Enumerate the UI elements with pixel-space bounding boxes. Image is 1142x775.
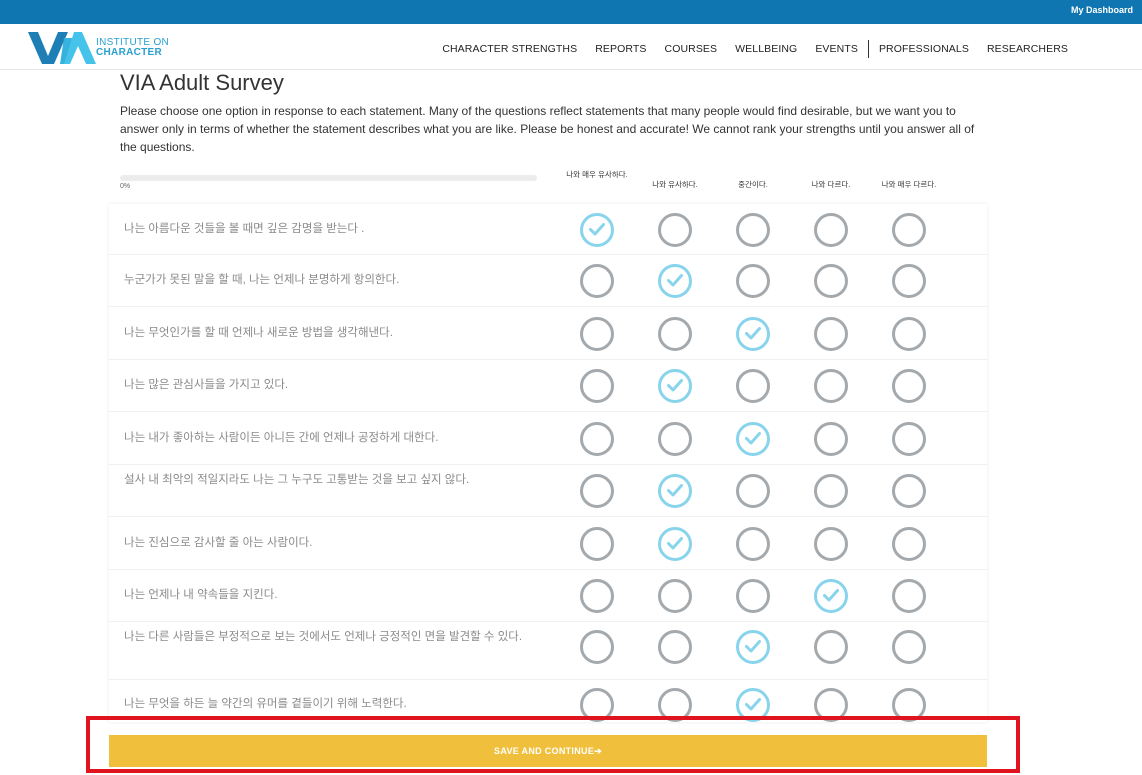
radio-very-much-like-me[interactable] — [580, 526, 614, 561]
radio-very-much-unlike-me[interactable] — [892, 526, 926, 561]
nav-item-courses[interactable]: COURSES — [665, 43, 718, 55]
via-logo-icon — [28, 32, 96, 64]
radio-very-much-like-me[interactable] — [580, 579, 614, 613]
nav-menu: CHARACTER STRENGTHS REPORTS COURSES WELL… — [424, 40, 1068, 58]
question-text: 누군가가 못된 말을 할 때, 나는 언제나 분명하게 항의한다. — [124, 274, 400, 286]
nav-item-character-strengths[interactable]: CHARACTER STRENGTHS — [442, 43, 577, 55]
my-dashboard-link[interactable]: My Dashboard — [1071, 5, 1133, 15]
logo-line-2: CHARACTER — [96, 47, 163, 58]
question-text: 나는 아름다운 것들을 볼 때면 깊은 감명을 받는다 . — [124, 222, 365, 235]
radio-unlike-me[interactable] — [814, 421, 848, 456]
nav-item-wellbeing[interactable]: WELLBEING — [735, 43, 797, 55]
save-and-continue-button[interactable]: SAVE AND CONTINUE➔ — [109, 735, 987, 767]
question-text: 나는 내가 좋아하는 사람이든 아니든 간에 언제나 공정하게 대한다. — [124, 431, 439, 444]
radio-unlike-me[interactable] — [814, 630, 848, 664]
radio-neutral[interactable] — [736, 421, 770, 456]
radio-like-me[interactable] — [658, 630, 692, 664]
radio-like-me[interactable] — [658, 369, 692, 403]
radio-very-much-like-me[interactable] — [580, 316, 614, 351]
radio-very-much-unlike-me[interactable] — [892, 474, 926, 508]
question-text: 나는 무엇인가를 할 때 언제나 새로운 방법을 생각해낸다. — [124, 326, 393, 339]
question-list: 나는 아름다운 것들을 볼 때면 깊은 감명을 받는다 . 누군가가 못된 말을 … — [109, 204, 987, 722]
nav-item-professionals[interactable]: PROFESSIONALS — [879, 43, 969, 55]
progress-bar — [120, 175, 537, 181]
question-row: 나는 언제나 내 약속들을 지킨다. — [109, 570, 987, 622]
column-header-unlike-me: 나와 다르다. — [811, 180, 851, 189]
question-row: 나는 무엇인가를 할 때 언제나 새로운 방법을 생각해낸다. — [109, 307, 987, 360]
main-navigation: INSTITUTE ON CHARACTER CHARACTER STRENGT… — [0, 24, 1142, 70]
radio-neutral[interactable] — [736, 474, 770, 508]
column-header-very-much-like-me: 나와 매우 유사하다. — [566, 170, 628, 179]
column-header-like-me: 나와 유사하다. — [652, 180, 698, 189]
radio-neutral[interactable] — [736, 630, 770, 664]
column-header-neutral: 중간이다. — [738, 180, 768, 189]
question-text: 나는 진심으로 감사할 줄 아는 사람이다. — [124, 536, 313, 549]
radio-very-much-unlike-me[interactable] — [892, 316, 926, 351]
radio-unlike-me[interactable] — [814, 369, 848, 403]
radio-unlike-me[interactable] — [814, 579, 848, 613]
radio-neutral[interactable] — [736, 369, 770, 403]
nav-item-reports[interactable]: REPORTS — [595, 43, 646, 55]
radio-like-me[interactable] — [658, 526, 692, 561]
question-row: 누군가가 못된 말을 할 때, 나는 언제나 분명하게 항의한다. — [109, 255, 987, 307]
nav-divider — [867, 40, 869, 58]
radio-unlike-me[interactable] — [814, 474, 848, 508]
logo-wordmark: INSTITUTE ON CHARACTER — [96, 38, 169, 58]
column-header-very-much-unlike-me: 나와 매우 다르다. — [881, 180, 937, 189]
radio-like-me[interactable] — [658, 579, 692, 613]
question-text: 나는 언제나 내 약속들을 지킨다. — [124, 589, 278, 601]
radio-unlike-me[interactable] — [814, 526, 848, 561]
radio-very-much-unlike-me[interactable] — [892, 579, 926, 613]
radio-very-much-like-me[interactable] — [580, 421, 614, 456]
radio-very-much-unlike-me[interactable] — [892, 369, 926, 403]
radio-like-me[interactable] — [658, 421, 692, 456]
radio-very-much-unlike-me[interactable] — [892, 630, 926, 664]
radio-unlike-me[interactable] — [814, 316, 848, 351]
question-row: 나는 많은 관심사들을 가지고 있다. — [109, 360, 987, 412]
nav-item-researchers[interactable]: RESEARCHERS — [987, 43, 1068, 55]
radio-unlike-me[interactable] — [814, 212, 848, 247]
radio-very-much-like-me[interactable] — [580, 630, 614, 664]
page-title: VIA Adult Survey — [120, 70, 284, 95]
survey-instructions: Please choose one option in response to … — [120, 104, 975, 154]
radio-very-much-like-me[interactable] — [580, 369, 614, 403]
question-text: 나는 무엇을 하든 늘 약간의 유머를 곁들이기 위해 노력한다. — [124, 698, 407, 710]
radio-neutral[interactable] — [736, 212, 770, 247]
radio-neutral[interactable] — [736, 264, 770, 298]
radio-neutral[interactable] — [736, 316, 770, 351]
radio-unlike-me[interactable] — [814, 264, 848, 298]
radio-like-me[interactable] — [658, 264, 692, 298]
question-row: 나는 아름다운 것들을 볼 때면 깊은 감명을 받는다 . — [109, 204, 987, 255]
radio-like-me[interactable] — [658, 474, 692, 508]
radio-like-me[interactable] — [658, 212, 692, 247]
radio-very-much-unlike-me[interactable] — [892, 264, 926, 298]
via-logo[interactable]: INSTITUTE ON CHARACTER — [28, 30, 178, 66]
nav-item-events[interactable]: EVENTS — [815, 43, 858, 55]
radio-very-much-like-me[interactable] — [580, 474, 614, 508]
radio-very-much-like-me[interactable] — [580, 212, 614, 247]
radio-like-me[interactable] — [658, 316, 692, 351]
radio-very-much-unlike-me[interactable] — [892, 421, 926, 456]
question-row: 나는 진심으로 감사할 줄 아는 사람이다. — [109, 517, 987, 570]
question-text: 나는 다른 사람들은 부정적으로 보는 것에서도 언제나 긍정적인 면을 발견할… — [124, 631, 523, 643]
question-row: 나는 내가 좋아하는 사람이든 아니든 간에 언제나 공정하게 대한다. — [109, 412, 987, 465]
question-text: 설사 내 최악의 적일지라도 나는 그 누구도 고통받는 것을 보고 싶지 않다… — [124, 474, 470, 486]
question-text: 나는 많은 관심사들을 가지고 있다. — [124, 379, 289, 391]
question-row: 나는 다른 사람들은 부정적으로 보는 것에서도 언제나 긍정적인 면을 발견할… — [109, 622, 987, 680]
progress-label: 0% — [120, 183, 131, 190]
top-utility-bar: My Dashboard — [0, 0, 1142, 24]
radio-very-much-unlike-me[interactable] — [892, 212, 926, 247]
radio-neutral[interactable] — [736, 579, 770, 613]
radio-very-much-like-me[interactable] — [580, 264, 614, 298]
question-row: 설사 내 최악의 적일지라도 나는 그 누구도 고통받는 것을 보고 싶지 않다… — [109, 465, 987, 517]
radio-neutral[interactable] — [736, 526, 770, 561]
